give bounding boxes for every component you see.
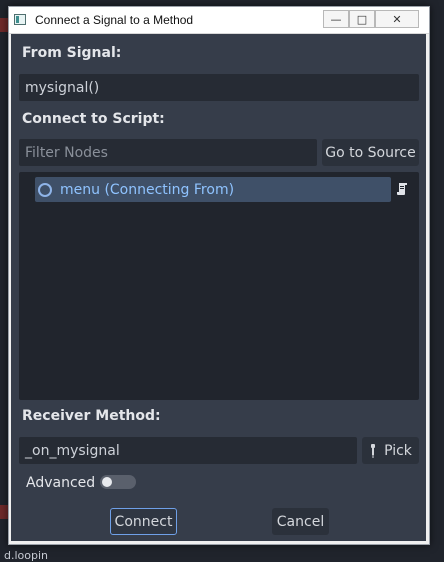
connect-button[interactable]: Connect — [110, 508, 177, 535]
filter-nodes-input[interactable]: Filter Nodes — [19, 139, 317, 166]
filter-nodes-placeholder: Filter Nodes — [25, 144, 108, 161]
maximize-button[interactable]: □ — [349, 10, 375, 28]
receiver-method-value: _on_mysignal — [25, 442, 120, 459]
close-button[interactable]: ✕ — [375, 10, 419, 28]
toggle-knob — [102, 477, 112, 487]
app-icon — [14, 14, 26, 25]
advanced-label: Advanced — [26, 475, 96, 491]
advanced-toggle[interactable] — [100, 475, 136, 489]
tree-item-label: menu (Connecting From) — [60, 181, 235, 198]
from-signal-label: From Signal: — [22, 45, 122, 61]
title-bar[interactable]: Connect a Signal to a Method — □ ✕ — [9, 7, 429, 34]
from-signal-field[interactable]: mysignal() — [19, 74, 419, 101]
editor-text: d.loopin — [4, 549, 49, 562]
window-title: Connect a Signal to a Method — [35, 13, 194, 27]
node-circle-icon — [38, 182, 52, 197]
editor-marker — [0, 505, 8, 519]
go-to-source-button[interactable]: Go to Source — [322, 139, 419, 166]
minimize-button[interactable]: — — [323, 10, 349, 28]
pick-button[interactable]: Pick — [362, 437, 419, 464]
connect-signal-dialog: Connect a Signal to a Method — □ ✕ From … — [8, 6, 430, 545]
receiver-method-field[interactable]: _on_mysignal — [19, 437, 357, 464]
cancel-button[interactable]: Cancel — [272, 508, 329, 535]
script-icon[interactable] — [397, 182, 409, 196]
node-tree[interactable]: menu (Connecting From) — [19, 172, 419, 400]
dialog-body: From Signal: mysignal() Connect to Scrip… — [11, 34, 426, 541]
eyedropper-icon — [371, 443, 376, 458]
pick-label: Pick — [384, 442, 412, 459]
receiver-method-label: Receiver Method: — [22, 408, 161, 424]
connect-to-script-label: Connect to Script: — [22, 111, 165, 127]
editor-marker — [0, 18, 8, 32]
tree-item-menu[interactable]: menu (Connecting From) — [35, 177, 391, 202]
from-signal-value: mysignal() — [25, 79, 100, 96]
